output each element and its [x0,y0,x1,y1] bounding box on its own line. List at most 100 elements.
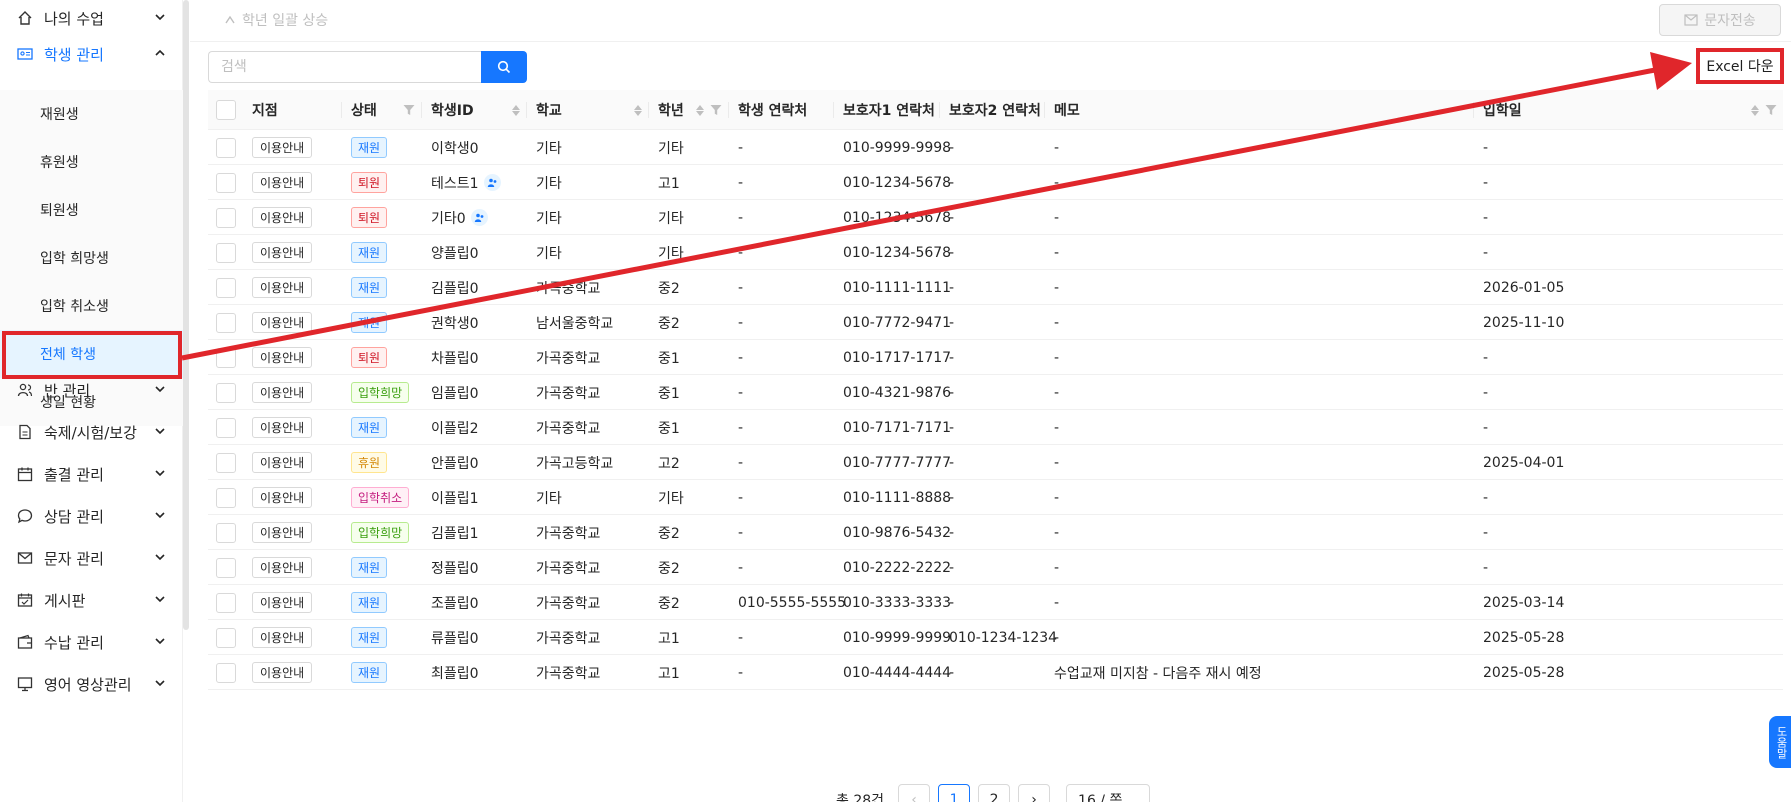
row-checkbox-cell[interactable] [216,305,236,340]
guide-button[interactable]: 이용안내 [252,557,313,578]
student-id[interactable]: 이학생0 [431,138,479,158]
column-divider[interactable] [728,102,729,118]
table-row[interactable]: 이용안내 재원 조플립0 가곡중학교 중2 010-5555-5555 010-3333-3… [208,585,1783,620]
column-divider[interactable] [1044,102,1045,118]
row-checkbox-cell[interactable] [216,585,236,620]
checkbox[interactable] [216,417,236,438]
row-checkbox-cell[interactable] [216,515,236,550]
select-all-checkbox[interactable] [216,90,236,130]
student-id[interactable]: 이플립1 [431,488,479,508]
student-id[interactable]: 최플립0 [431,663,479,683]
student-id[interactable]: 양플립0 [431,243,479,263]
sidebar-subitem-4[interactable]: 입학 희망생 [0,234,183,282]
guide-button[interactable]: 이용안내 [252,382,313,403]
row-checkbox-cell[interactable] [216,340,236,375]
guide-button[interactable]: 이용안내 [252,172,313,193]
student-id[interactable]: 조플립0 [431,593,479,613]
checkbox[interactable] [216,277,236,298]
sidebar-menu-wallet[interactable]: 수납 관리 [0,618,183,666]
column-divider[interactable] [1473,102,1474,118]
student-id[interactable]: 임플립0 [431,383,479,403]
checkbox[interactable] [216,137,236,158]
column-divider[interactable] [526,102,527,118]
table-row[interactable]: 이용안내 퇴원 차플립0 가곡중학교 중1-010-1717-1717- - - [208,340,1783,375]
guide-button[interactable]: 이용안내 [252,627,313,648]
guide-button[interactable]: 이용안내 [252,242,313,263]
table-row[interactable]: 이용안내 재원 이학생0 기타 기타 -010-9999-9998- - - [208,130,1783,165]
guide-button[interactable]: 이용안내 [252,662,313,683]
grade-promote-button[interactable]: 학년 일괄 상승 [224,10,328,30]
chevron-up-icon[interactable] [153,46,167,60]
table-row[interactable]: 이용안내 휴원 안플립0 가곡고등학교 고2-010-7777-7777- -2025-0… [208,445,1783,480]
excel-download-button[interactable]: Excel 다운 [1696,48,1784,84]
sidebar-menu-monitor[interactable]: 영어 영상관리 [0,660,183,708]
row-checkbox-cell[interactable] [216,130,236,165]
checkbox[interactable] [216,242,236,263]
sort-icon[interactable] [634,104,642,116]
guide-button[interactable]: 이용안내 [252,417,313,438]
checkbox[interactable] [216,557,236,578]
help-float-button[interactable]: 도움말 [1769,716,1791,768]
row-checkbox-cell[interactable] [216,620,236,655]
filter-icon[interactable] [1765,104,1777,116]
sidebar-menu-calendar[interactable]: 출결 관리 [0,450,183,498]
student-id[interactable]: 권학생0 [431,313,479,333]
checkbox[interactable] [216,347,236,368]
sort-icon[interactable] [696,104,704,116]
guide-button[interactable]: 이용안내 [252,487,313,508]
guide-button[interactable]: 이용안내 [252,277,313,298]
table-row[interactable]: 이용안내 퇴원 기타0 기타 기타 -010-1234-5678- - - [208,200,1783,235]
page-2-button[interactable]: 2 [978,784,1011,802]
table-row[interactable]: 이용안내 재원 정플립0 가곡중학교 중2-010-2222-2222- - - [208,550,1783,585]
sidebar-subitem-5[interactable]: 입학 취소생 [0,282,183,330]
row-checkbox-cell[interactable] [216,270,236,305]
student-id[interactable]: 차플립0 [431,348,479,368]
sidebar-subitem-3[interactable]: 퇴원생 [0,186,183,234]
student-id[interactable]: 정플립0 [431,558,479,578]
sidebar-subitem-1[interactable]: 재원생 [0,90,183,138]
guide-button[interactable]: 이용안내 [252,137,313,158]
column-divider[interactable] [421,102,422,118]
sidebar-scrollbar[interactable] [183,0,189,630]
sidebar-subitem-7[interactable]: 생일 현황 [0,378,183,426]
student-id[interactable]: 김플립0 [431,278,479,298]
guide-button[interactable]: 이용안내 [252,347,313,368]
next-page-button[interactable]: › [1018,784,1051,802]
column-divider[interactable] [939,102,940,118]
checkbox[interactable] [216,522,236,543]
table-row[interactable]: 이용안내 재원 김플립0 가곡중학교 중2-010-1111-1111- -2026-01… [208,270,1783,305]
checkbox[interactable] [216,627,236,648]
checkbox[interactable] [216,452,236,473]
student-id[interactable]: 테스트1 [431,173,479,193]
table-row[interactable]: 이용안내 재원 이플립2 가곡중학교 중1-010-7171-7171- - - [208,410,1783,445]
table-row[interactable]: 이용안내 재원 권학생0 남서울중학교 중2-010-7772-9471- -2025-1… [208,305,1783,340]
chevron-down-icon[interactable] [153,10,167,24]
row-checkbox-cell[interactable] [216,200,236,235]
guide-button[interactable]: 이용안내 [252,207,313,228]
sidebar-menu-mail[interactable]: 문자 관리 [0,534,183,582]
column-divider[interactable] [648,102,649,118]
send-sms-button[interactable]: 문자전송 [1659,4,1781,36]
checkbox[interactable] [216,100,236,120]
row-checkbox-cell[interactable] [216,550,236,585]
guide-button[interactable]: 이용안내 [252,312,313,333]
page-1-button[interactable]: 1 [938,784,971,802]
chevron-down-icon[interactable] [153,508,167,522]
student-id[interactable]: 류플립0 [431,628,479,648]
checkbox[interactable] [216,487,236,508]
table-row[interactable]: 이용안내 입학희망 김플립1 가곡중학교 중2-010-9876-5432- - - [208,515,1783,550]
student-id[interactable]: 김플립1 [431,523,479,543]
checkbox[interactable] [216,592,236,613]
guide-button[interactable]: 이용안내 [252,452,313,473]
chevron-down-icon[interactable] [153,424,167,438]
checkbox[interactable] [216,382,236,403]
student-id[interactable]: 기타0 [431,208,466,228]
table-row[interactable]: 이용안내 퇴원 테스트1 기타 고1-010-1234-5678- - - [208,165,1783,200]
checkbox[interactable] [216,662,236,683]
row-checkbox-cell[interactable] [216,375,236,410]
row-checkbox-cell[interactable] [216,480,236,515]
checkbox[interactable] [216,207,236,228]
sidebar-menu-id-card[interactable]: 학생 관리 [0,30,183,78]
sidebar-menu-board[interactable]: 게시판 [0,576,183,624]
chevron-down-icon[interactable] [153,550,167,564]
